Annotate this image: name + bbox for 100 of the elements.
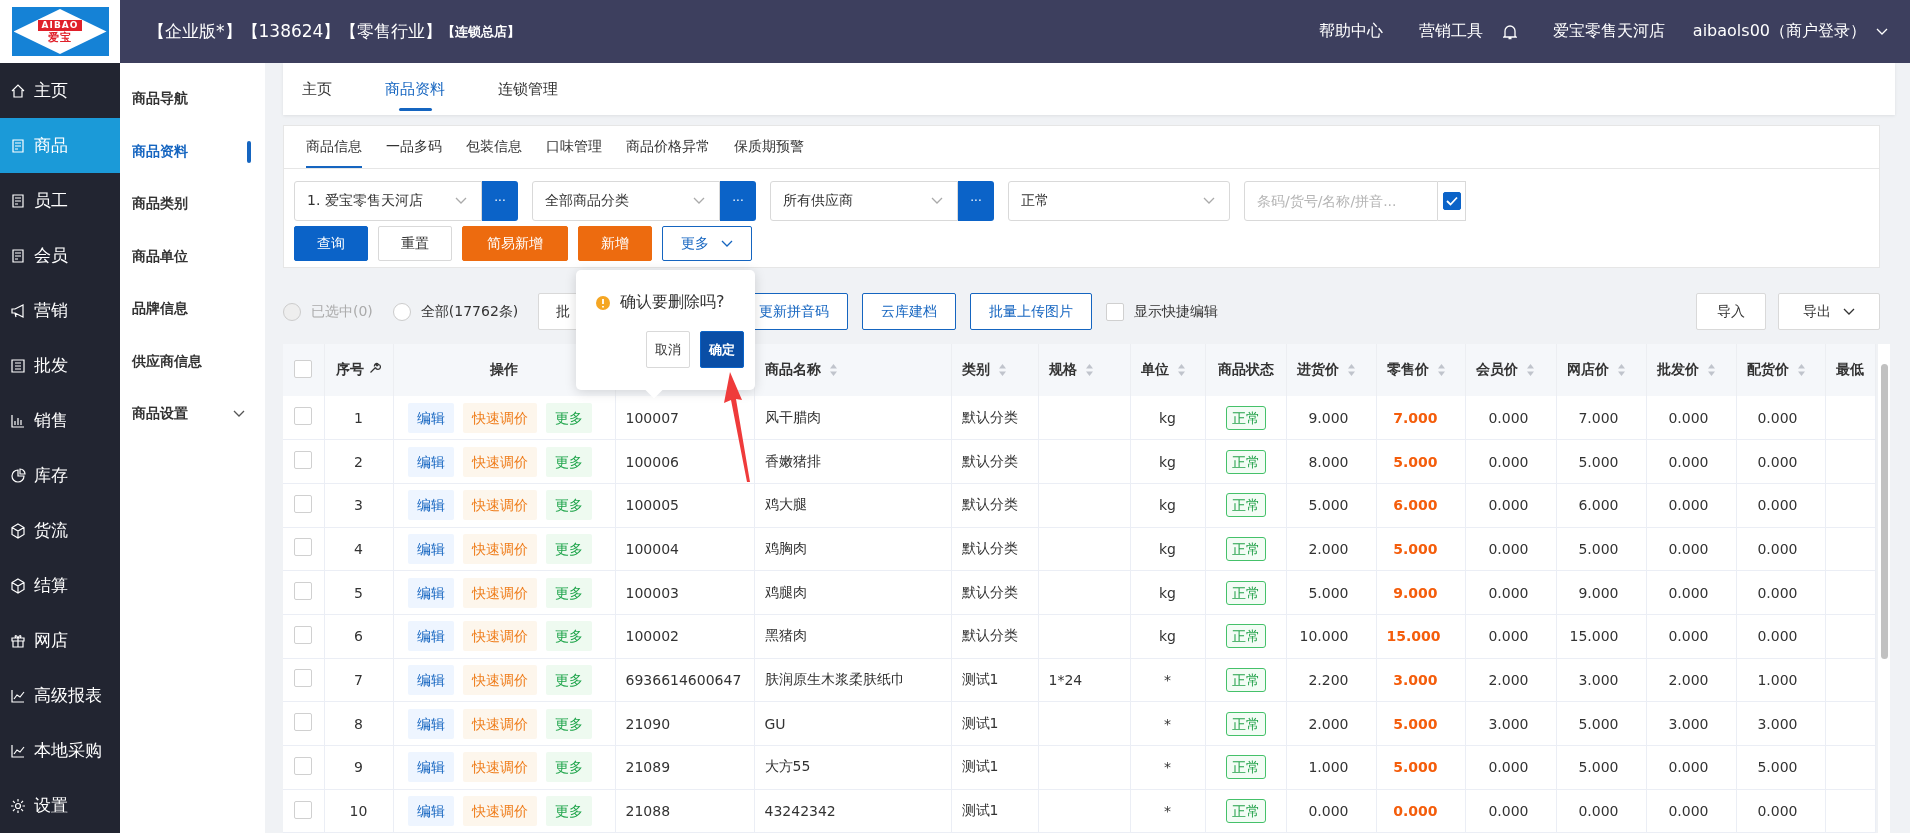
row-checkbox[interactable] (294, 538, 313, 557)
sidebar-item[interactable]: 设置 (0, 778, 120, 833)
action-link[interactable]: 编辑 (407, 446, 454, 477)
action-link[interactable]: 更多 (545, 533, 592, 564)
button[interactable]: 重置 (378, 226, 452, 261)
button[interactable]: 批量上传图片 (970, 293, 1093, 330)
user-menu[interactable]: aibaols00（商户登录） (1692, 21, 1888, 42)
scrollbar[interactable] (1880, 364, 1888, 659)
sidebar-item[interactable]: 网店 (0, 613, 120, 668)
button[interactable]: 新增 (578, 226, 652, 261)
header-link[interactable]: 营销工具 (1418, 21, 1483, 42)
action-link[interactable]: 编辑 (407, 621, 454, 652)
row-checkbox[interactable] (294, 756, 313, 775)
subnav-item[interactable]: 商品资料 (120, 125, 265, 178)
sort-icon[interactable] (828, 363, 838, 377)
picker-button[interactable]: ··· (958, 181, 994, 221)
table-cell: 21090 (615, 701, 754, 746)
select-field[interactable]: 正常 (1008, 181, 1230, 221)
row-checkbox[interactable] (294, 582, 313, 601)
subtab[interactable]: 包装信息 (466, 126, 522, 168)
subnav-item[interactable]: 供应商信息 (120, 335, 265, 388)
action-link[interactable]: 编辑 (407, 708, 454, 739)
sidebar-item[interactable]: 高级报表 (0, 668, 120, 723)
subtab[interactable]: 一品多码 (386, 126, 442, 168)
picker-button[interactable]: ··· (720, 181, 756, 221)
row-checkbox[interactable] (294, 669, 313, 688)
cancel-button[interactable]: 取消 (646, 331, 690, 368)
checkbox[interactable] (1442, 192, 1461, 210)
sort-icon[interactable] (1436, 363, 1446, 377)
action-link[interactable]: 更多 (545, 708, 592, 739)
action-link[interactable]: 更多 (545, 796, 592, 827)
action-link[interactable]: 更多 (545, 402, 592, 433)
action-link[interactable]: 更多 (545, 752, 592, 783)
row-checkbox[interactable] (294, 625, 313, 644)
tab[interactable]: 商品资料 (385, 63, 445, 115)
confirm-button[interactable]: 确定 (700, 331, 744, 368)
sort-icon[interactable] (1525, 363, 1535, 377)
sort-icon[interactable] (1176, 363, 1186, 377)
sidebar-item[interactable]: 商品 (0, 118, 120, 173)
store-name[interactable]: 爱宝零售天河店 (1552, 21, 1665, 42)
sort-icon[interactable] (1796, 363, 1806, 377)
subnav-item[interactable]: 商品设置 (120, 388, 265, 441)
select-field[interactable]: 全部商品分类 (532, 181, 720, 221)
sort-icon[interactable] (1346, 363, 1356, 377)
action-link[interactable]: 更多 (545, 664, 592, 695)
sort-icon[interactable] (1616, 363, 1626, 377)
subtab[interactable]: 保质期预警 (734, 126, 804, 168)
dropdown-button[interactable]: 导出 (1778, 293, 1880, 330)
dropdown-button[interactable]: 更多 (662, 226, 752, 261)
search-field[interactable]: 条码/货号/名称/拼音... (1244, 181, 1438, 221)
button[interactable]: 导入 (1696, 293, 1766, 330)
select-field[interactable]: 1. 爱宝零售天河店 (294, 181, 482, 221)
action-link[interactable]: 编辑 (407, 533, 454, 564)
subtab[interactable]: 口味管理 (546, 126, 602, 168)
row-checkbox[interactable] (294, 451, 313, 470)
subnav-item[interactable]: 商品单位 (120, 230, 265, 283)
sort-icon[interactable] (997, 363, 1007, 377)
wrench-icon[interactable] (369, 362, 381, 374)
tab[interactable]: 主页 (302, 63, 332, 115)
sort-icon[interactable] (1706, 363, 1716, 377)
radio-option[interactable]: 全部(17762条) (392, 302, 519, 321)
sidebar-item[interactable]: 结算 (0, 558, 120, 613)
row-checkbox[interactable] (294, 407, 313, 426)
button[interactable]: 云库建档 (862, 293, 957, 330)
subnav-item[interactable]: 商品类别 (120, 178, 265, 231)
action-link[interactable]: 编辑 (407, 752, 454, 783)
action-link[interactable]: 编辑 (407, 490, 454, 521)
subnav-item[interactable]: 商品导航 (120, 73, 265, 126)
subtab[interactable]: 商品价格异常 (626, 126, 710, 168)
action-link[interactable]: 编辑 (407, 796, 454, 827)
sidebar-item[interactable]: 会员 (0, 228, 120, 283)
sidebar-item[interactable]: 批发 (0, 338, 120, 393)
action-link[interactable]: 更多 (545, 621, 592, 652)
sidebar-item[interactable]: 销售 (0, 393, 120, 448)
subnav-item[interactable]: 品牌信息 (120, 283, 265, 336)
row-checkbox[interactable] (294, 800, 313, 819)
action-link[interactable]: 更多 (545, 446, 592, 477)
row-checkbox[interactable] (294, 713, 313, 732)
action-link[interactable]: 更多 (545, 490, 592, 521)
subtab[interactable]: 商品信息 (306, 126, 362, 168)
action-link[interactable]: 编辑 (407, 664, 454, 695)
sidebar-item[interactable]: 主页 (0, 63, 120, 118)
select-field[interactable]: 所有供应商 (770, 181, 958, 221)
action-link[interactable]: 编辑 (407, 402, 454, 433)
table-cell: 0.000 (1736, 527, 1825, 571)
sidebar-item[interactable]: 库存 (0, 448, 120, 503)
action-link[interactable]: 编辑 (407, 577, 454, 608)
sort-icon[interactable] (1084, 363, 1094, 377)
sidebar-item[interactable]: 本地采购 (0, 723, 120, 778)
bell-icon[interactable] (1502, 23, 1517, 40)
picker-button[interactable]: ··· (482, 181, 518, 221)
header-link[interactable]: 帮助中心 (1318, 21, 1383, 42)
sidebar-item[interactable]: 员工 (0, 173, 120, 228)
action-link[interactable]: 更多 (545, 577, 592, 608)
sidebar-item[interactable]: 货流 (0, 503, 120, 558)
row-checkbox[interactable] (294, 494, 313, 513)
button[interactable]: 简易新增 (462, 226, 568, 261)
tab[interactable]: 连锁管理 (498, 63, 558, 115)
button[interactable]: 查询 (294, 226, 368, 261)
sidebar-item[interactable]: 营销 (0, 283, 120, 338)
